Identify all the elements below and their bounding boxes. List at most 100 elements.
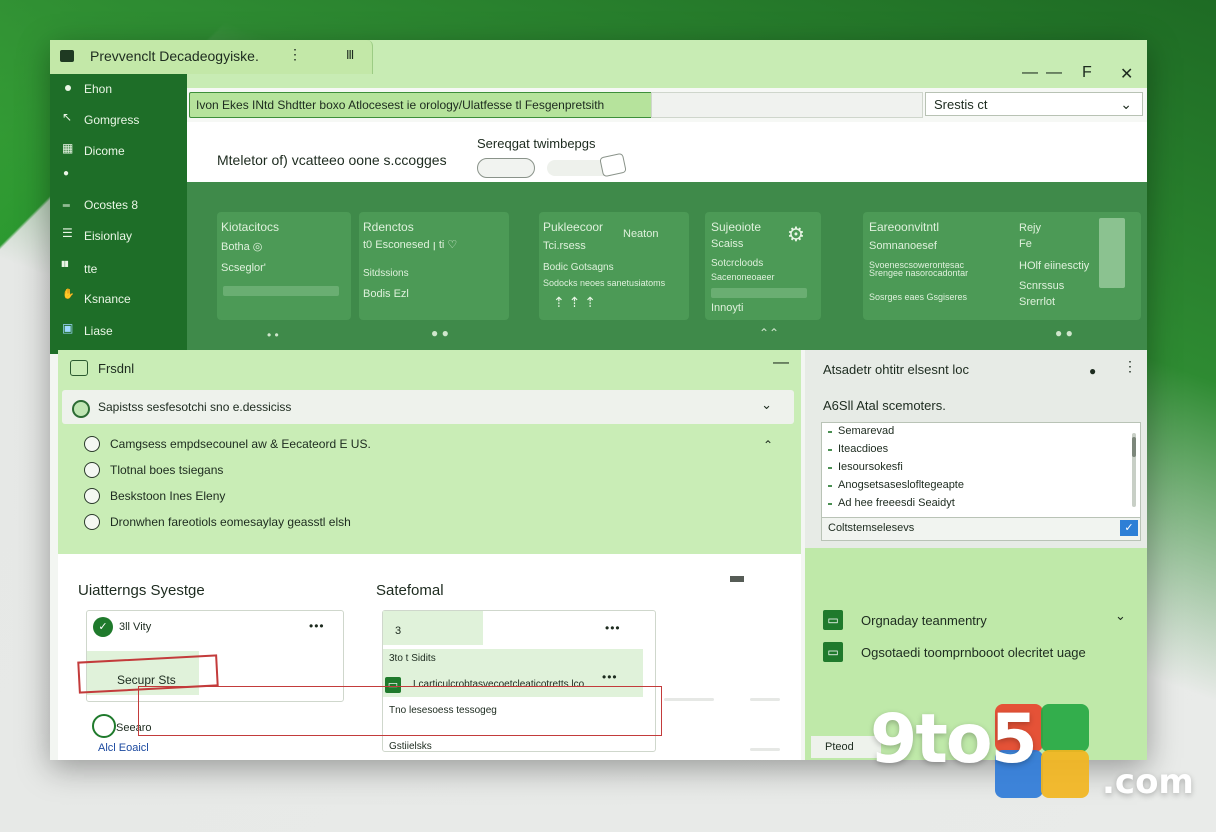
hand-icon (62, 289, 74, 305)
header-slider-knob[interactable] (599, 152, 627, 178)
pager-dots[interactable]: ● ● (431, 326, 449, 340)
pin-icon (62, 168, 74, 183)
window-title: Prevvenclt Decadeogyiske. (90, 48, 259, 64)
radio-option-2[interactable]: Tlotnal boes tsiegans (84, 460, 223, 480)
folder-icon (70, 360, 88, 376)
radio-option-1[interactable]: Camgsess empdsecounel aw & Eecateord E U… (84, 434, 371, 454)
app-window: Prevvenclt Decadeogyiske. ⋮ Ⅲ — — F ✕ Eh… (50, 40, 1147, 760)
chevron-down-icon[interactable]: ⌄ (761, 397, 772, 413)
sidebar-item-tte[interactable]: tte (61, 256, 97, 282)
tab-extra-icon[interactable]: Ⅲ (346, 48, 354, 62)
watermark-brand: 9to5 (870, 700, 1038, 779)
settings-gear-icon[interactable]: ⚙ (787, 222, 805, 247)
window-tab[interactable]: Prevvenclt Decadeogyiske. ⋮ Ⅲ (50, 40, 373, 74)
page-header: Sereqgat twimbepgs Mteletor of) vcatteeo… (187, 122, 1147, 182)
right-panel: Atsadetr ohtitr elsesnt loc ● ⋮ A6Sll At… (805, 350, 1147, 760)
summary-card-2[interactable]: Rdenctos t0 Esconesed ꞁ ti ♡ Sitdssions … (359, 212, 509, 320)
sidebar-item-liase[interactable]: Liase (62, 318, 113, 344)
header-toggle[interactable] (477, 158, 535, 178)
right-panel-top: Atsadetr ohtitr elsesnt loc ● ⋮ A6Sll At… (805, 350, 1147, 548)
radio-button[interactable] (84, 436, 100, 452)
app-logo-icon (60, 50, 74, 62)
radio-option-3[interactable]: Beskstoon Ines Eleny (84, 486, 225, 506)
sidebar-item-eisionlay[interactable]: Eisionlay (62, 223, 132, 249)
avatar: ✓ (93, 617, 113, 637)
confirm-button[interactable]: ✓ (1120, 520, 1138, 536)
grid-icon (62, 141, 74, 157)
sidebar-item-ksnance[interactable]: Ksnance (62, 286, 131, 312)
chevron-down-icon[interactable]: ⌄ (1120, 92, 1132, 116)
list-item[interactable]: Semarevad (838, 425, 894, 437)
summary-card-1[interactable]: Kiotacitocs Botha ◎ Scseglor' (217, 212, 351, 320)
header-subtitle: Sereqgat twimbepgs (477, 136, 596, 151)
filter-panel-title: Frsdnl (98, 361, 135, 376)
right-panel-subtitle: A6Sll Atal scemoters. (823, 398, 946, 413)
sidebar-item-pin[interactable] (62, 164, 84, 190)
status-icon (92, 714, 116, 738)
sidebar: Ehon Gomgress Dicome Ocostes 8 Eisionlay… (50, 74, 187, 354)
list-item[interactable]: Anogsetsaseslofltegeapte (838, 479, 964, 491)
summary-card-5[interactable]: Eareoonvitntl Rejy Somnanoesef Svoenescs… (863, 212, 1141, 320)
maximize-button[interactable]: F (1082, 64, 1092, 82)
list-icon (62, 226, 74, 242)
filter-section: Frsdnl — Sapistss sesfesotchi sno e.dess… (58, 350, 801, 760)
arrow-up-icon: ⇡ ⇡ ⇡ (553, 294, 596, 310)
section-title: Satefomal (376, 582, 444, 599)
expand-icon[interactable]: ⌃⌃ (759, 326, 779, 340)
scrollbar-thumb[interactable] (1132, 437, 1136, 457)
url-field-extension[interactable] (651, 92, 923, 118)
minimize-button[interactable]: — (1022, 64, 1038, 82)
more-icon[interactable]: ••• (605, 621, 621, 635)
right-item-2[interactable]: ▭ Ogsotaedi toomprnbooot olecritet uage (823, 640, 1086, 664)
progress-bar (223, 286, 339, 296)
minimize-icon[interactable] (730, 576, 744, 582)
more-icon[interactable]: ••• (602, 670, 618, 684)
right-item-1[interactable]: ▭ Orgnaday teanmentry (823, 608, 987, 632)
radio-button[interactable] (84, 488, 100, 504)
url-field[interactable]: Ivon Ekes INtd Shdtter boxo Atlocesest i… (189, 92, 655, 118)
list-marker (828, 449, 832, 451)
title-bar: Prevvenclt Decadeogyiske. ⋮ Ⅲ — — F ✕ (50, 40, 1147, 88)
watermark-block (1041, 704, 1089, 752)
address-bar: Ivon Ekes INtd Shdtter boxo Atlocesest i… (187, 88, 1147, 123)
search-input[interactable]: Srestis ct ⌄ (925, 92, 1143, 116)
list-item[interactable]: Iesoursokesfi (838, 461, 903, 473)
scrollbar[interactable] (1099, 218, 1125, 288)
list-marker (828, 485, 832, 487)
placeholder-line (750, 698, 780, 701)
filter-select[interactable]: Sapistss sesfesotchi sno e.dessiciss ⌄ (62, 390, 794, 424)
pager-dots[interactable]: • • (267, 328, 279, 342)
section-title: Uiatterngs Syestge (78, 582, 205, 599)
summary-card-4[interactable]: Sujeoiote ⚙ Scaiss Sotcrcloods Sacenoneo… (705, 212, 821, 320)
close-button[interactable]: ✕ (1120, 64, 1133, 84)
list-marker (828, 503, 832, 505)
more-icon[interactable]: ••• (309, 619, 325, 633)
more-vertical-icon[interactable]: ⋮ (1123, 358, 1137, 375)
document-icon: ▭ (823, 610, 843, 630)
sidebar-item-ocostes[interactable]: Ocostes 8 (62, 192, 138, 218)
radio-button[interactable] (84, 514, 100, 530)
pointer-icon (62, 110, 74, 126)
chevron-down-icon[interactable]: ⌄ (1115, 608, 1126, 624)
list-item[interactable]: Iteacdioes (838, 443, 888, 455)
progress-bar (711, 288, 807, 298)
pager-dots[interactable]: ● ● (1055, 326, 1073, 340)
watermark-block (1041, 750, 1089, 798)
restore-button[interactable]: — (1046, 64, 1062, 82)
sidebar-item-gomgress[interactable]: Gomgress (62, 107, 139, 133)
list-item[interactable]: Ad hee freeesdi Seaidyt (838, 497, 955, 509)
document-icon: ▭ (823, 642, 843, 662)
collapse-button[interactable]: — (773, 354, 789, 372)
summary-card-3[interactable]: Pukleecoor Neaton Tci.rsess Bodic Gotsag… (539, 212, 689, 320)
list-footer: Coltstemselesevs ✓ (821, 518, 1141, 541)
list-marker (828, 431, 832, 433)
chevron-up-icon[interactable]: ⌃ (763, 438, 773, 452)
sidebar-item-dicome[interactable]: Dicome (62, 138, 125, 164)
globe-icon (72, 400, 90, 418)
radio-option-4[interactable]: Dronwhen fareotiols eomesaylay geasstl e… (84, 512, 351, 532)
sidebar-item-ehon[interactable]: Ehon (62, 76, 112, 102)
page-title: Mteletor of) vcatteeo oone s.ccogges (217, 152, 447, 168)
radio-button[interactable] (84, 462, 100, 478)
tab-menu-icon[interactable]: ⋮ (288, 46, 302, 63)
list-box[interactable]: Semarevad Iteacdioes Iesoursokesfi Anogs… (821, 422, 1141, 518)
